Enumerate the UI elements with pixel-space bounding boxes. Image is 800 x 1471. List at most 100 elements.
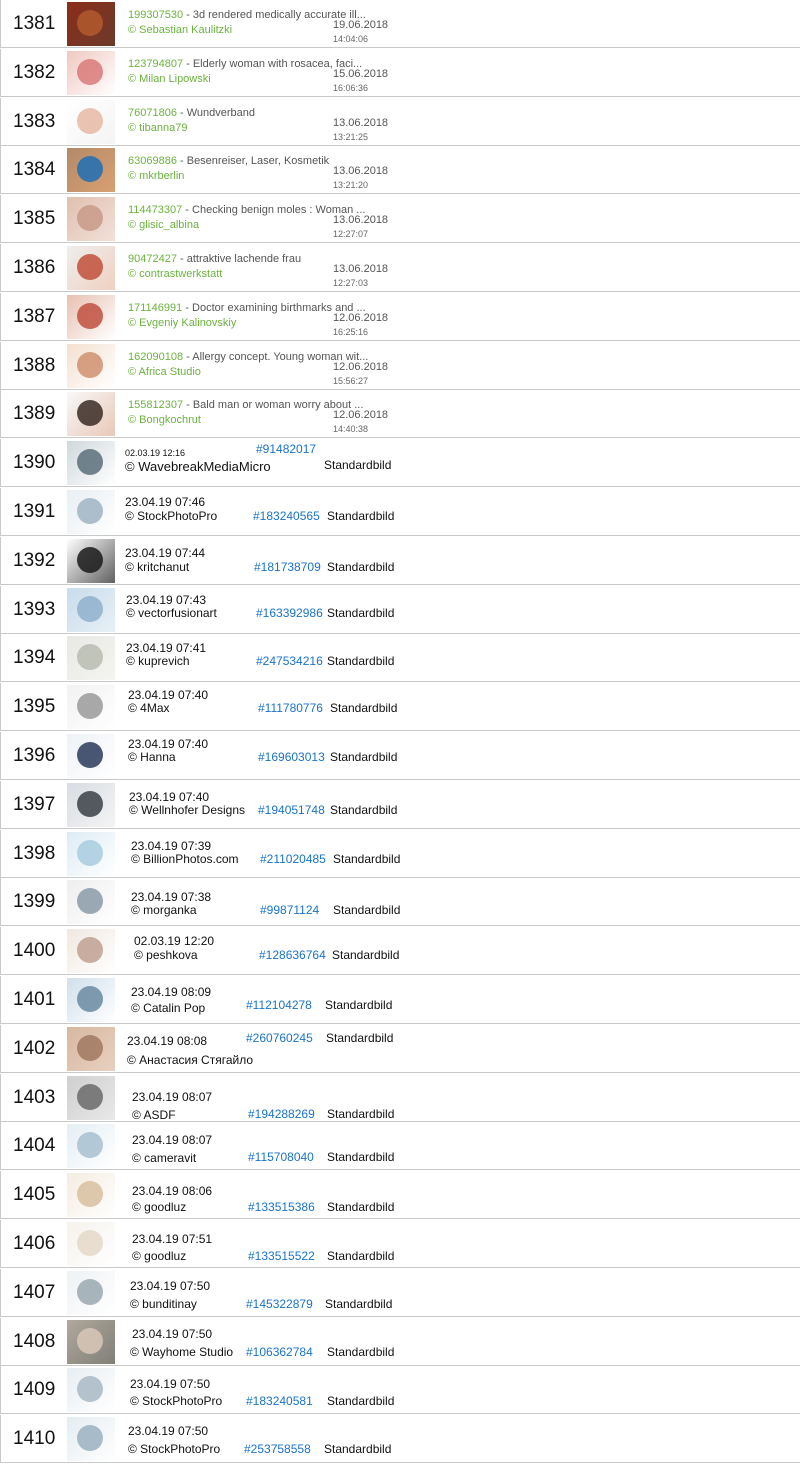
list-item[interactable]: 1386 90472427 - attraktive lachende frau ©… — [0, 244, 800, 292]
asset-id-link[interactable]: #133515386 — [248, 1200, 315, 1214]
thumbnail-image[interactable] — [67, 880, 115, 925]
asset-author[interactable]: © Sebastian Kaulitzki — [128, 24, 232, 36]
list-item[interactable]: 1383 76071806 - Wundverband © tibanna79 13.… — [0, 97, 800, 146]
asset-author[interactable]: © Africa Studio — [128, 366, 201, 378]
asset-author: © Анастасия Стягайло — [127, 1052, 254, 1067]
asset-id-link[interactable]: #247534216 — [256, 654, 323, 668]
list-item[interactable]: 1398 23.04.19 07:39 © BillionPhotos.com #21… — [0, 829, 800, 878]
asset-id-link[interactable]: #106362784 — [246, 1345, 313, 1359]
asset-author[interactable]: © tibanna79 — [128, 122, 188, 134]
thumbnail-image[interactable] — [67, 246, 115, 290]
thumbnail-image[interactable] — [67, 734, 115, 778]
thumbnail-image[interactable] — [67, 343, 115, 388]
asset-id-link[interactable]: 76071806 — [128, 107, 177, 119]
thumbnail-image[interactable] — [67, 587, 115, 632]
asset-id-link[interactable]: #99871124 — [260, 903, 319, 917]
list-item[interactable]: 1393 23.04.19 07:43 © vectorfusionart #1633… — [0, 585, 800, 634]
list-item[interactable]: 1382 123794807 - Elderly woman with rosac… — [0, 48, 800, 97]
thumbnail-image[interactable] — [67, 1222, 115, 1266]
thumbnail-image[interactable] — [67, 294, 115, 339]
asset-id-link[interactable]: 162090108 — [128, 351, 183, 363]
list-item[interactable]: 1396 23.04.19 07:40 © Hanna #169603013 Stand… — [0, 732, 800, 780]
asset-author[interactable]: © Bongkochrut — [128, 414, 201, 426]
asset-id-link[interactable]: #128636764 — [259, 948, 326, 962]
asset-id-link[interactable]: 199307530 — [128, 9, 183, 21]
asset-id-link[interactable]: #145322879 — [246, 1297, 313, 1311]
asset-id-link[interactable]: #133515522 — [248, 1249, 315, 1263]
asset-id-link[interactable]: #181738709 — [254, 560, 321, 574]
asset-id-link[interactable]: 171146991 — [128, 302, 182, 314]
list-item[interactable]: 1401 23.04.19 08:09 © Catalin Pop #11210427… — [0, 976, 800, 1024]
asset-id-link[interactable]: #194051748 — [258, 803, 325, 817]
list-item[interactable]: 1389 155812307 - Bald man or woman worry … — [0, 390, 800, 439]
thumbnail-image[interactable] — [67, 441, 115, 486]
asset-id-link[interactable]: 63069886 — [128, 155, 177, 167]
thumbnail-image[interactable] — [67, 538, 115, 583]
thumbnail-image[interactable] — [67, 1368, 115, 1413]
list-item[interactable]: 1392 23.04.19 07:44 © kritchanut #181738709… — [0, 536, 800, 585]
thumbnail-image[interactable] — [67, 1270, 115, 1315]
asset-id-link[interactable]: #183240581 — [246, 1394, 313, 1408]
thumbnail-image[interactable] — [67, 782, 115, 827]
thumbnail-image[interactable] — [67, 978, 115, 1022]
asset-id-link[interactable]: #211020485 — [260, 852, 326, 866]
list-item[interactable]: 1406 23.04.19 07:51 © goodluz #133515522 Sta… — [0, 1220, 800, 1268]
asset-id-link[interactable]: #163392986 — [256, 606, 323, 620]
thumbnail-image[interactable] — [67, 1319, 115, 1364]
list-item[interactable]: 1405 23.04.19 08:06 © goodluz #133515386 Sta… — [0, 1171, 800, 1220]
asset-id-link[interactable]: 155812307 — [128, 399, 183, 411]
thumbnail-image[interactable] — [67, 1124, 115, 1169]
thumbnail-image[interactable] — [67, 685, 115, 730]
asset-id-link[interactable]: #111780776 — [258, 701, 323, 715]
list-item[interactable]: 1400 02.03.19 12:20 © peshkova #128636764 St… — [0, 927, 800, 976]
thumbnail-image[interactable] — [67, 1417, 115, 1462]
thumbnail-image[interactable] — [67, 831, 115, 876]
asset-id-link[interactable]: #194288269 — [248, 1107, 315, 1121]
list-item[interactable]: 1385 114473307 - Checking benign moles : … — [0, 195, 800, 244]
asset-id-link[interactable]: 90472427 — [128, 253, 177, 265]
asset-author[interactable]: © glisic_albina — [128, 219, 199, 231]
list-item[interactable]: 1395 23.04.19 07:40 © 4Max #111780776 Standa… — [0, 683, 800, 732]
thumbnail-image[interactable] — [67, 636, 115, 681]
asset-id-link[interactable]: #183240565 — [253, 509, 320, 523]
list-item[interactable]: 1388 162090108 - Allergy concept. Young w… — [0, 341, 800, 390]
thumbnail-image[interactable] — [67, 490, 115, 534]
asset-id-link[interactable]: #91482017 — [256, 442, 316, 456]
list-item[interactable]: 1402 23.04.19 08:08 © Анастасия Стягайло #2… — [0, 1024, 800, 1073]
thumbnail-image[interactable] — [67, 1026, 115, 1071]
list-item[interactable]: 1381 199307530 - 3d rendered medically ac… — [0, 0, 800, 48]
asset-id-link[interactable]: #253758558 — [244, 1442, 311, 1456]
list-item[interactable]: 1403 23.04.19 08:07 © ASDF #194288269 Standa… — [0, 1073, 800, 1122]
thumbnail-image[interactable] — [67, 929, 115, 974]
asset-id-link[interactable]: 114473307 — [128, 204, 182, 216]
list-item[interactable]: 1387 171146991 - Doctor examining birthma… — [0, 292, 800, 341]
thumbnail-image[interactable] — [67, 1075, 115, 1120]
thumbnail-image[interactable] — [67, 1173, 115, 1218]
asset-id-link[interactable]: 123794807 — [128, 58, 183, 70]
list-item[interactable]: 1399 23.04.19 07:38 © morganka #99871124 Sta… — [0, 878, 800, 927]
list-item[interactable]: 1407 23.04.19 07:50 © bunditinay #145322879… — [0, 1268, 800, 1317]
asset-id-link[interactable]: #260760245 — [246, 1031, 313, 1045]
asset-author[interactable]: © Evgeniy Kalinovskiy — [128, 317, 236, 329]
list-item[interactable]: 1390 02.03.19 12:16 © WavebreakMediaMicro #… — [0, 439, 800, 488]
asset-author[interactable]: © mkrberlin — [128, 170, 184, 182]
list-item[interactable]: 1408 23.04.19 07:50 © Wayhome Studio #10636… — [0, 1317, 800, 1366]
thumbnail-image[interactable] — [67, 197, 115, 242]
thumbnail-image[interactable] — [67, 99, 115, 144]
asset-id-link[interactable]: #112104278 — [246, 998, 312, 1012]
list-item[interactable]: 1384 63069886 - Besenreiser, Laser, Kosme… — [0, 146, 800, 195]
list-item[interactable]: 1410 23.04.19 07:50 © StockPhotoPro #253758… — [0, 1415, 800, 1464]
list-item[interactable]: 1397 23.04.19 07:40 © Wellnhofer Designs #1… — [0, 780, 800, 829]
asset-id-link[interactable]: #169603013 — [258, 750, 325, 764]
thumbnail-image[interactable] — [67, 50, 115, 95]
thumbnail-image[interactable] — [67, 148, 115, 193]
thumbnail-image[interactable] — [67, 392, 115, 437]
list-item[interactable]: 1391 23.04.19 07:46 © StockPhotoPro #183240… — [0, 488, 800, 536]
asset-author[interactable]: © contrastwerkstatt — [128, 268, 222, 280]
list-item[interactable]: 1404 23.04.19 08:07 © cameravit #115708040 S… — [0, 1122, 800, 1171]
list-item[interactable]: 1394 23.04.19 07:41 © kuprevich #247534216 S… — [0, 634, 800, 683]
asset-id-link[interactable]: #115708040 — [248, 1150, 314, 1164]
asset-author[interactable]: © Milan Lipowski — [128, 73, 211, 85]
list-item[interactable]: 1409 23.04.19 07:50 © StockPhotoPro #183240… — [0, 1366, 800, 1415]
thumbnail-image[interactable] — [67, 2, 115, 46]
